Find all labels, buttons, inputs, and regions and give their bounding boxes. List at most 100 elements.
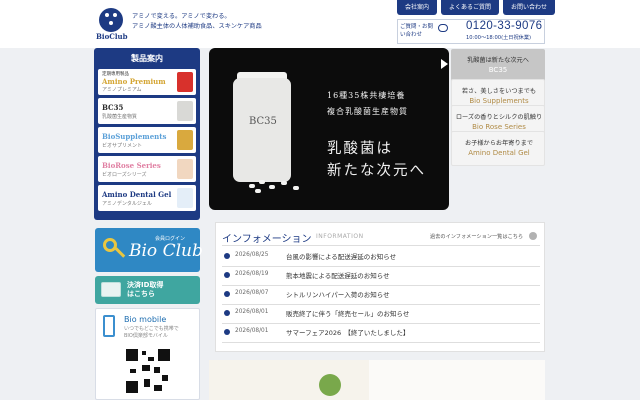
business-hours: 10:00～18:00(土日祝休業)	[466, 35, 532, 41]
logo-emblem	[99, 8, 123, 32]
plant-image	[319, 374, 341, 396]
news-date: 2026/08/07	[235, 290, 269, 296]
card-icon	[101, 282, 121, 297]
news-date: 2026/08/25	[235, 252, 269, 258]
news-title[interactable]: サマーフェア2026 【終了いたしました】	[286, 327, 409, 337]
product-thumbnail	[177, 72, 193, 92]
product-name: Amino Dental Gel	[102, 190, 172, 199]
product-name: Amino Premium	[102, 77, 166, 86]
product-sub: ビオサプリメント	[102, 143, 143, 149]
information-title: インフォメーション	[222, 234, 312, 245]
hero-line2: 複合乳酸菌生産物質	[327, 107, 408, 116]
news-item[interactable]: 2026/08/19 熊本地震による配送遅延のお知らせ	[222, 267, 540, 285]
product-thumbnail	[177, 130, 193, 150]
arrow-circle-icon[interactable]	[529, 232, 537, 240]
bio-mobile-title: Bio mobile	[124, 315, 167, 324]
product-sub: ビオローズシリーズ	[102, 172, 147, 178]
qr-code	[126, 349, 170, 393]
past-information-link[interactable]: 過去のインフォメーション一覧はこちら	[430, 233, 523, 240]
top-nav: 会社案内 よくあるご質問 お問い合わせ	[397, 0, 556, 15]
information-section: インフォメーション INFORMATION 過去のインフォメーション一覧はこちら…	[215, 222, 545, 352]
news-title[interactable]: 熊本地震による配送遅延のお知らせ	[286, 270, 390, 280]
news-date: 2026/08/01	[235, 328, 269, 334]
pill-icon	[269, 185, 275, 189]
product-bc35[interactable]: BC35 乳酸菌生産物質	[98, 98, 196, 124]
product-name: BioRose Series	[102, 161, 161, 170]
bioclub-logo[interactable]: BioClub	[96, 8, 127, 42]
news-item[interactable]: 2026/08/01 サマーフェア2026 【終了いたしました】	[222, 324, 540, 342]
divider	[222, 245, 540, 246]
payment-id-line1: 決済ID取得	[127, 281, 164, 289]
information-title-en: INFORMATION	[316, 233, 364, 240]
nav-company[interactable]: 会社案内	[397, 0, 438, 15]
bottle-label: BC35	[249, 116, 277, 127]
news-item[interactable]: 2026/08/07 シトルリンハイパー入荷のお知らせ	[222, 286, 540, 304]
pill-icon	[255, 189, 261, 193]
bio-club-login-banner[interactable]: 会員ログイン Bio Club	[95, 228, 203, 272]
pill-icon	[249, 184, 255, 188]
slide-pointer-icon	[441, 59, 448, 69]
bio-club-title: Bio Club	[129, 241, 203, 261]
product-sub: 乳酸菌生産物質	[102, 114, 138, 120]
slide-tab-dental-gel[interactable]: お子様からお年寄りまで Amino Dental Gel	[451, 131, 545, 166]
hero-headline1: 乳酸菌は	[327, 141, 393, 157]
bio-mobile-sub1: いつでもどこでも携帯で	[124, 326, 179, 332]
product-thumbnail	[177, 188, 193, 208]
tagline-line1: アミノで変える。アミノで変わる。	[132, 13, 231, 20]
product-amino-premium[interactable]: 定期専用製品 Amino Premium アミノプレミアム	[98, 69, 196, 95]
news-date: 2026/08/01	[235, 309, 269, 315]
product-name: BioSupplements	[102, 132, 167, 141]
payment-id-text: 決済ID取得 はこちら	[127, 281, 163, 299]
free-dial-icon	[438, 24, 448, 32]
news-title[interactable]: 販売終了に伴う「終売セール」のお知らせ	[286, 308, 409, 318]
product-thumbnail	[177, 101, 193, 121]
tagline-line2: アミノ酸主体の人体補助食品、スキンケア商品	[132, 23, 262, 30]
slide-tab-caption: ローズの香りとシルクの肌触り	[455, 114, 543, 121]
product-thumbnail	[177, 159, 193, 179]
pill-icon	[259, 180, 265, 184]
slide-tab-title: BC35	[488, 66, 508, 74]
product-sub: アミノプレミアム	[102, 87, 142, 93]
slide-tab-title: Bio Supplements	[469, 97, 529, 105]
logo-text: BioClub	[96, 32, 128, 41]
bottom-banner[interactable]	[209, 360, 545, 400]
tagline: アミノで変える。アミノで変わる。 アミノ酸主体の人体補助食品、スキンケア商品	[132, 12, 262, 32]
product-name: BC35	[102, 103, 124, 112]
phone-number[interactable]: 0120-33-9076	[466, 20, 542, 32]
product-biorose[interactable]: BioRose Series ビオローズシリーズ	[98, 156, 196, 182]
bio-mobile-sub: いつでもどこでも携帯で BIO倶楽部モバイル	[124, 326, 179, 340]
bio-mobile-box[interactable]: Bio mobile いつでもどこでも携帯で BIO倶楽部モバイル	[95, 308, 200, 400]
slide-tab-caption: 乳酸菌は新たな次元へ	[467, 57, 529, 64]
news-item[interactable]: 2026/08/25 台風の影響による配送遅延のお知らせ	[222, 248, 540, 266]
product-biosupplements[interactable]: BioSupplements ビオサプリメント	[98, 127, 196, 153]
nav-faq[interactable]: よくあるご質問	[441, 0, 500, 15]
bullet-icon	[224, 253, 230, 259]
product-sub: アミノデンタルジェル	[102, 201, 152, 207]
payment-id-banner[interactable]: 決済ID取得 はこちら	[95, 276, 200, 304]
product-menu: 製品案内 定期専用製品 Amino Premium アミノプレミアム BC35 …	[94, 48, 200, 220]
bullet-icon	[224, 310, 230, 316]
key-icon-stem	[114, 247, 126, 258]
nav-contact[interactable]: お問い合わせ	[503, 0, 556, 15]
news-date: 2026/08/19	[235, 271, 269, 277]
hero-line1: 16種35株共棲培養	[327, 91, 406, 100]
slide-tab-caption: お子様からお年寄りまで	[464, 140, 534, 147]
slide-tab-caption: 若さ、美しさをいつまでも	[461, 88, 537, 95]
news-title[interactable]: シトルリンハイパー入荷のお知らせ	[286, 289, 390, 299]
bullet-icon	[224, 291, 230, 297]
product-menu-title: 製品案内	[131, 54, 163, 63]
hero-banner[interactable]: BC35 16種35株共棲培養 複合乳酸菌生産物質 乳酸菌は 新たな次元へ	[209, 48, 449, 210]
slide-tab-title: Amino Dental Gel	[468, 149, 530, 157]
news-item[interactable]: 2026/08/01 販売終了に伴う「終売セール」のお知らせ	[222, 305, 540, 323]
slide-tab-title: Bio Rose Series	[472, 123, 526, 131]
product-amino-dental-gel[interactable]: Amino Dental Gel アミノデンタルジェル	[98, 185, 196, 211]
payment-id-line2: はこちら	[127, 290, 155, 298]
bio-mobile-sub2: BIO倶楽部モバイル	[124, 333, 168, 339]
contact-label: ご質問・お問い合わせ	[400, 24, 434, 38]
hero-headline2: 新たな次元へ	[327, 163, 426, 179]
divider	[222, 342, 540, 343]
bullet-icon	[224, 272, 230, 278]
mobile-phone-icon	[103, 315, 115, 337]
news-title[interactable]: 台風の影響による配送遅延のお知らせ	[286, 251, 396, 261]
pill-icon	[281, 181, 287, 185]
